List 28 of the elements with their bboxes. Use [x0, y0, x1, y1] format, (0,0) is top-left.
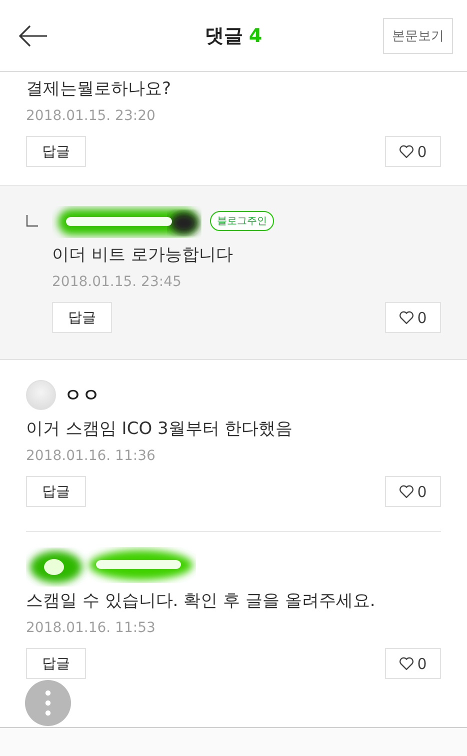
comment-count: 4 [248, 24, 262, 46]
author-name: ㅇㅇ [64, 384, 100, 407]
heart-icon [399, 145, 414, 158]
view-post-button[interactable]: 본문보기 [383, 18, 453, 54]
reply-button[interactable]: 답글 [26, 648, 86, 679]
comment-date: 2018.01.15. 23:45 [52, 274, 182, 290]
like-button[interactable]: 0 [385, 648, 441, 679]
more-dots-icon [45, 690, 51, 716]
reply-button[interactable]: 답글 [52, 302, 112, 333]
owner-badge: 블로그주인 [210, 211, 274, 231]
like-button[interactable]: 0 [385, 476, 441, 507]
comment-date: 2018.01.16. 11:36 [26, 448, 156, 464]
comment-text: 이거 스캠임 ICO 3월부터 한다했음 [26, 418, 294, 441]
comment-date: 2018.01.16. 11:53 [26, 620, 156, 636]
reply-button[interactable]: 답글 [26, 136, 86, 167]
comment-text: 스캠일 수 있습니다. 확인 후 글을 올려주세요. [26, 590, 376, 613]
reply-button[interactable]: 답글 [26, 476, 86, 507]
comment-date: 2018.01.15. 23:20 [26, 108, 156, 124]
comment-text: 결제는뭘로하나요? [26, 78, 172, 101]
reply-indent-icon [26, 215, 38, 227]
back-arrow-icon[interactable] [18, 24, 48, 48]
heart-icon [399, 311, 414, 324]
like-button[interactable]: 0 [385, 302, 441, 333]
comment-text: 이더 비트 로가능합니다 [52, 244, 234, 267]
heart-icon [399, 485, 414, 498]
page-title: 댓글 [204, 24, 243, 46]
heart-icon [399, 657, 414, 670]
like-button[interactable]: 0 [385, 136, 441, 167]
